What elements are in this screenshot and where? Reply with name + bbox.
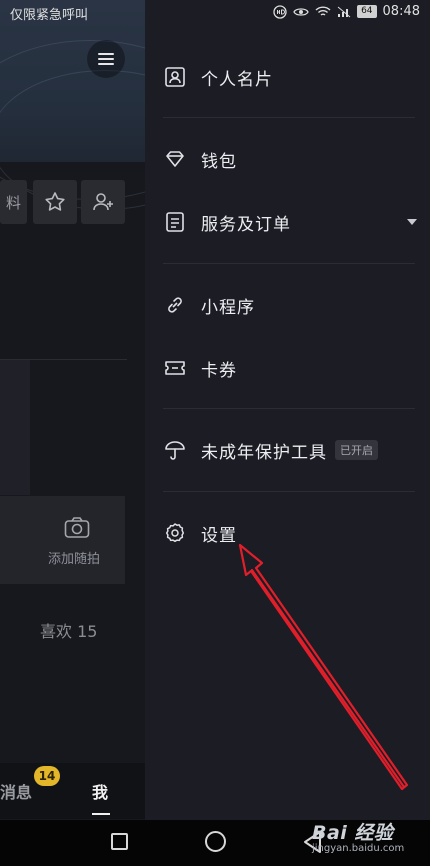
drawer-item-label: 未成年保护工具 (201, 442, 327, 463)
carrier-text: 仅限紧急呼叫 (10, 8, 89, 23)
link-icon (163, 293, 187, 317)
messages-badge: 14 (34, 766, 60, 786)
hd-call-icon (273, 4, 287, 19)
star-icon (45, 192, 65, 211)
drawer-item-business-card[interactable]: 个人名片 (163, 57, 413, 97)
drawer-item-label: 卡券 (201, 360, 237, 381)
diamond-icon (163, 147, 187, 171)
watermark-brand: Bai 经验 (312, 822, 394, 844)
signal-icon (337, 6, 351, 17)
wifi-icon (315, 5, 331, 16)
drawer-item-label: 设置 (201, 525, 237, 546)
ticket-icon (163, 356, 187, 380)
gear-icon (163, 521, 187, 545)
status-badge: 已开启 (335, 440, 378, 460)
tab-me[interactable]: 我 (92, 779, 108, 803)
drawer-item-coupons[interactable]: 卡券 (163, 348, 413, 388)
drawer-item-label: 小程序 (201, 297, 255, 318)
divider (163, 491, 415, 492)
clock: 08:48 (382, 4, 420, 19)
battery-indicator: 64 (357, 5, 377, 18)
order-list-icon (163, 210, 187, 234)
divider (163, 408, 415, 409)
status-bar: 仅限紧急呼叫 64 08:48 (0, 0, 430, 26)
chevron-down-icon[interactable] (407, 219, 417, 225)
edit-profile-label: 料 (5, 193, 21, 212)
drawer-item-wallet[interactable]: 钱包 (163, 139, 413, 179)
divider (163, 263, 415, 264)
drawer-item-settings[interactable]: 设置 (163, 513, 413, 553)
drawer-item-services-orders[interactable]: 服务及订单 (163, 202, 417, 242)
add-friend-button[interactable] (81, 180, 125, 224)
drawer-item-label: 服务及订单 (201, 214, 291, 235)
home-icon[interactable] (205, 831, 226, 852)
umbrella-icon (163, 438, 187, 462)
camera-icon (64, 517, 90, 538)
add-user-icon (93, 193, 113, 211)
add-snap-card[interactable] (0, 496, 125, 584)
divider (163, 117, 415, 118)
video-thumbnail[interactable] (0, 360, 30, 495)
add-snap-label: 添加随拍 (48, 552, 101, 567)
menu-icon[interactable] (87, 40, 125, 78)
recent-apps-icon[interactable] (111, 833, 128, 850)
edit-profile-button[interactable]: 料 (0, 180, 27, 224)
drawer-item-label: 钱包 (201, 151, 237, 172)
drawer-item-label: 个人名片 (201, 69, 273, 90)
eye-icon (293, 7, 309, 16)
tab-messages[interactable]: 消息 (0, 779, 32, 803)
watermark-url: jingyan.baidu.com (312, 843, 405, 854)
drawer-item-mini-programs[interactable]: 小程序 (163, 285, 413, 325)
side-drawer: 个人名片 钱包 服务及订单 小程序 卡券 未成年保护工具 已开启 设置 (145, 0, 430, 820)
likes-tab[interactable]: 喜欢 15 (40, 618, 97, 642)
active-tab-indicator (92, 813, 110, 815)
baidu-watermark: Bai 经验 jingyan.baidu.com (312, 818, 404, 854)
profile-page-background: 料 添加随拍 喜欢 15 消息 14 我 (0, 0, 145, 866)
favorites-button[interactable] (33, 180, 77, 224)
drawer-item-minor-protection[interactable]: 未成年保护工具 已开启 (163, 430, 413, 470)
id-card-icon (163, 65, 187, 89)
